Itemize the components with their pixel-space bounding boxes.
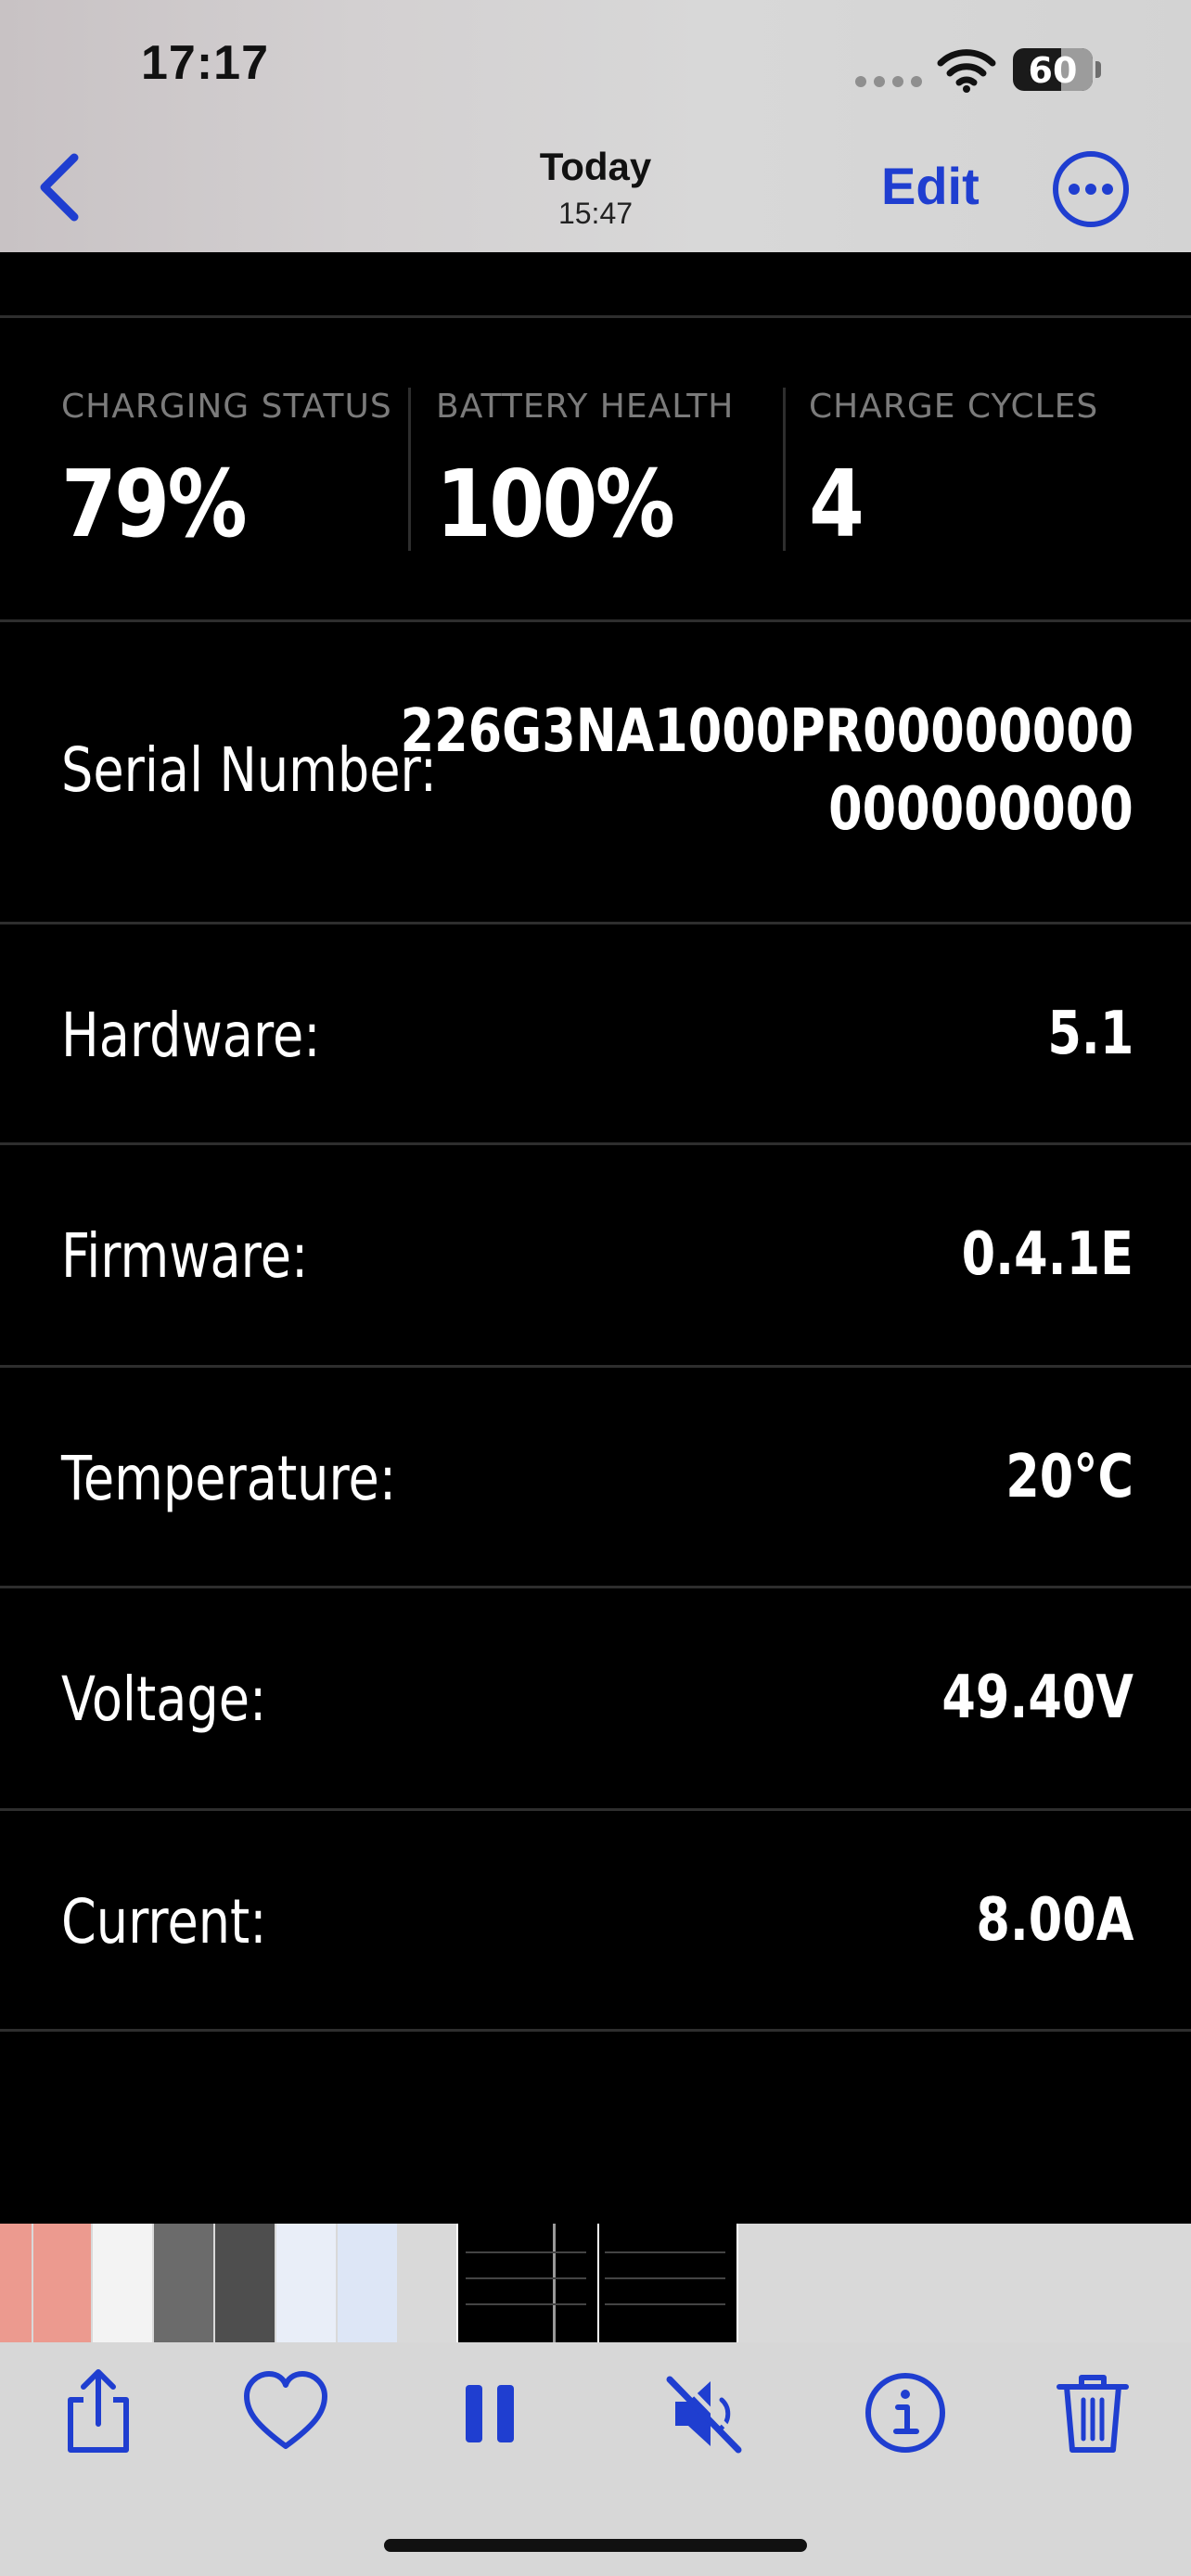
pause-icon[interactable] <box>443 2366 536 2459</box>
hardware-label: Hardware: <box>61 1000 321 1071</box>
stat-label: BATTERY HEALTH <box>436 388 735 426</box>
stat-label: CHARGING STATUS <box>61 388 392 426</box>
stat-value: 79% <box>61 450 248 558</box>
current-label: Current: <box>61 1886 267 1958</box>
thumbnail[interactable] <box>33 2224 91 2342</box>
temperature-label: Temperature: <box>61 1443 397 1514</box>
stat-separator <box>783 388 786 551</box>
battery-icon: 60 <box>1013 48 1093 91</box>
thumbnail[interactable] <box>338 2224 397 2342</box>
serial-number-line2: 000000000 <box>828 775 1133 844</box>
cellular-signal-icon <box>855 76 922 87</box>
hardware-value: 5.1 <box>1047 1000 1133 1068</box>
stat-battery-health: BATTERY HEALTH 100% <box>436 388 770 558</box>
thumbnail[interactable] <box>93 2224 152 2342</box>
firmware-label: Firmware: <box>61 1220 309 1292</box>
divider <box>0 1365 1191 1368</box>
thumbnail[interactable] <box>276 2224 336 2342</box>
stat-separator <box>408 388 411 551</box>
stat-charge-cycles: CHARGE CYCLES 4 <box>809 388 1143 558</box>
temperature-value: 20°C <box>1005 1443 1133 1511</box>
serial-number-label: Serial Number: <box>61 734 438 806</box>
home-indicator <box>384 2539 807 2552</box>
heart-icon[interactable] <box>239 2366 332 2459</box>
thumbnail[interactable] <box>215 2224 275 2342</box>
stat-charging-status: CHARGING STATUS 79% <box>61 388 395 558</box>
serial-number-line1: 226G3NA1000PR00000000 <box>400 697 1133 766</box>
stat-value: 100% <box>436 450 675 558</box>
thumbnail[interactable] <box>0 2224 32 2342</box>
battery-level: 60 <box>1028 50 1078 91</box>
trash-icon[interactable] <box>1046 2366 1139 2459</box>
divider <box>0 2029 1191 2032</box>
status-time: 17:17 <box>141 36 269 90</box>
divider <box>0 1142 1191 1145</box>
ellipsis-circle-icon[interactable] <box>1050 148 1132 230</box>
nav-title: Today <box>539 145 652 188</box>
thumbnail[interactable] <box>154 2224 213 2342</box>
share-icon[interactable] <box>52 2366 145 2459</box>
divider <box>0 922 1191 925</box>
divider <box>0 315 1191 318</box>
divider <box>0 1808 1191 1811</box>
current-value: 8.00A <box>975 1886 1133 1955</box>
stat-label: CHARGE CYCLES <box>809 388 1099 426</box>
divider <box>0 1586 1191 1588</box>
firmware-value: 0.4.1E <box>961 1220 1133 1289</box>
edit-button[interactable]: Edit <box>881 156 980 216</box>
thumbnail-current[interactable] <box>456 2224 738 2342</box>
voltage-value: 49.40V <box>941 1664 1133 1732</box>
battery-cap <box>1095 61 1101 78</box>
nav-subtitle: 15:47 <box>557 197 634 230</box>
divider <box>0 619 1191 622</box>
wifi-icon <box>937 49 996 93</box>
chevron-left-icon[interactable] <box>33 150 89 224</box>
info-icon[interactable] <box>859 2366 952 2459</box>
stat-value: 4 <box>809 450 864 558</box>
speaker-muted-icon[interactable] <box>657 2366 749 2459</box>
thumbnail-strip[interactable] <box>0 2224 1191 2342</box>
voltage-label: Voltage: <box>61 1664 267 1735</box>
